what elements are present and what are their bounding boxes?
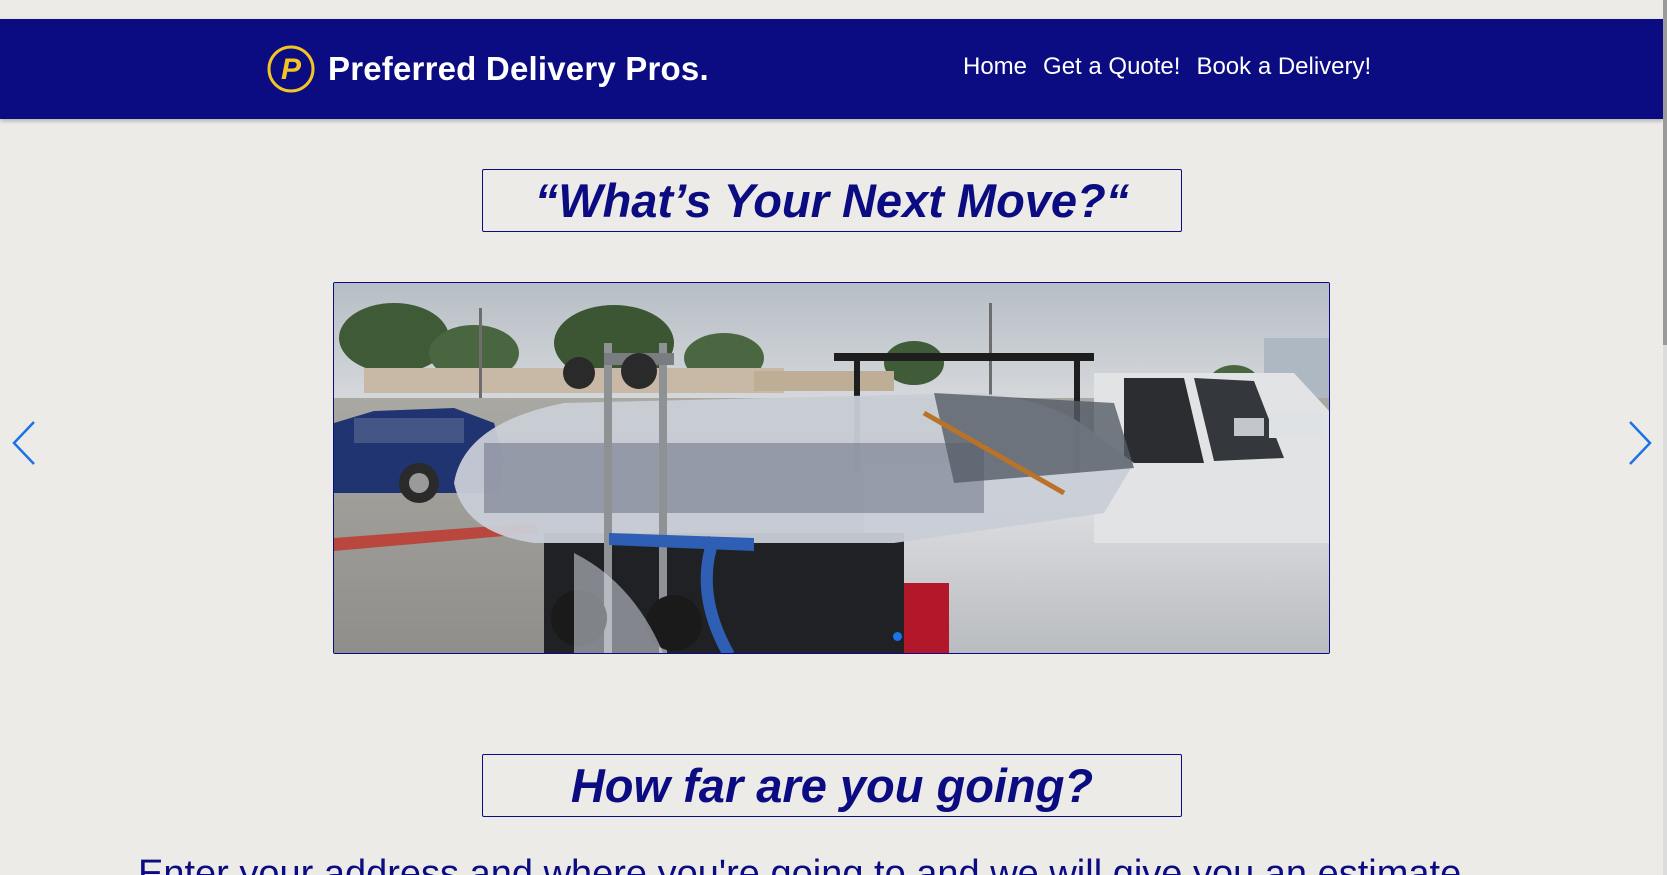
hero-heading-box: “What’s Your Next Move?“ bbox=[482, 169, 1182, 232]
site-header: P Preferred Delivery Pros. Home Get a Qu… bbox=[0, 19, 1663, 119]
main-nav: Home Get a Quote! Book a Delivery! bbox=[963, 53, 1371, 81]
page-scrollbar-thumb[interactable] bbox=[1663, 0, 1667, 345]
hero-title: “What’s Your Next Move?“ bbox=[534, 174, 1130, 227]
chevron-right-icon[interactable] bbox=[1624, 418, 1654, 468]
brand-link[interactable]: P Preferred Delivery Pros. bbox=[266, 43, 709, 95]
brand-name: Preferred Delivery Pros. bbox=[328, 50, 709, 87]
svg-text:P: P bbox=[281, 53, 302, 86]
logo-icon: P bbox=[267, 45, 315, 93]
page: P Preferred Delivery Pros. Home Get a Qu… bbox=[0, 0, 1667, 875]
nav-get-quote-link[interactable]: Get a Quote! bbox=[1043, 53, 1180, 81]
distance-title: How far are you going? bbox=[570, 759, 1094, 812]
carousel-indicator-dot[interactable] bbox=[893, 632, 902, 641]
chevron-left-icon[interactable] bbox=[10, 418, 40, 468]
nav-book-delivery-link[interactable]: Book a Delivery! bbox=[1196, 53, 1371, 81]
nav-home-link[interactable]: Home bbox=[963, 53, 1027, 81]
distance-subtext: Enter your address and where you're goin… bbox=[138, 853, 1462, 875]
distance-heading-box: How far are you going? bbox=[482, 754, 1182, 817]
truck-photo bbox=[334, 283, 1329, 653]
carousel-slide-image bbox=[333, 282, 1330, 654]
